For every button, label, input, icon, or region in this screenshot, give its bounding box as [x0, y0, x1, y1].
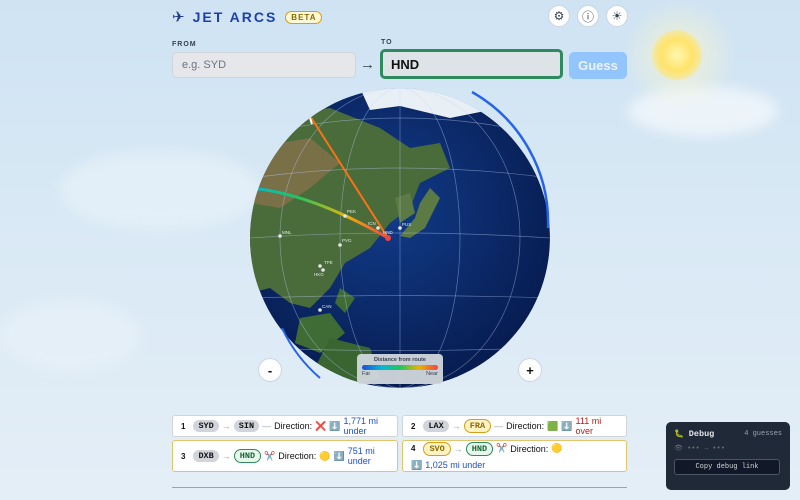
divider [172, 487, 627, 488]
down-arrow-icon: ⬇️ [561, 420, 573, 431]
globe-map[interactable]: PEK PVG ICN PUS TPE HKG CAN MNL HND [250, 88, 550, 388]
connector: — [262, 421, 272, 431]
arrow-icon: → [221, 451, 231, 461]
settings-button[interactable]: ⚙ [548, 5, 570, 27]
zoom-out-button[interactable]: - [258, 358, 282, 382]
guess-number: 4 [411, 444, 416, 453]
debug-title: Debug [688, 429, 715, 439]
direction-label: Direction: [278, 451, 317, 461]
app-title: JET ARCS [192, 9, 278, 25]
guess-row: 4 SVO → HND ✂️ Direction: 🟡 ⬇️ 1,025 mi … [402, 440, 627, 472]
to-code: FRA [463, 419, 492, 433]
theme-icon: ☀ [611, 9, 623, 23]
theme-toggle-button[interactable]: ☀ [606, 5, 628, 27]
legend-title: Distance from route [374, 357, 426, 363]
city-label: MNL [282, 230, 292, 235]
arrow-icon: → [453, 443, 463, 454]
to-input[interactable] [380, 49, 563, 79]
arrow-icon: → [221, 421, 231, 431]
target-label: HND [383, 230, 393, 235]
distance-text: 1,025 mi under [425, 460, 486, 470]
city-label: PVG [342, 238, 352, 243]
guess-number: 1 [181, 421, 186, 431]
guess-number: 3 [181, 451, 186, 461]
jet-icon: ✈ [172, 9, 185, 26]
direction-icon: 🟡 [319, 450, 331, 461]
guess-number: 2 [411, 421, 416, 431]
to-code: HND [233, 449, 262, 463]
distance-text: 751 mi under [347, 446, 375, 466]
city-label: PEK [347, 209, 356, 214]
legend-near: Near [426, 371, 438, 377]
hidden-route: ••• → ••• [687, 445, 725, 453]
copy-debug-link-button[interactable]: Copy debug link [674, 459, 780, 475]
direction-icon: 🟡 [551, 443, 563, 453]
sun [652, 30, 702, 80]
bug-icon: 🐛 [674, 430, 684, 439]
down-arrow-icon: ⬇️ [333, 450, 345, 461]
down-arrow-icon: ⬇️ [329, 420, 341, 431]
guess-row: 1 SYD → SIN — Direction: ❌ ⬇️ 1,771 mi u… [172, 415, 398, 437]
city-label: ICN [368, 221, 376, 226]
arrow-right-icon: → [360, 56, 375, 73]
down-arrow-icon: ⬇️ [411, 459, 423, 470]
city-label: PUS [402, 222, 411, 227]
distance-text: 111 mi over [575, 416, 602, 436]
to-label: TO [381, 39, 393, 46]
to-code: HND [465, 441, 494, 456]
legend-far: Far [362, 371, 371, 377]
direction-icon: 🟩 [547, 420, 559, 431]
to-code: SIN [233, 420, 260, 432]
direction-label: Direction: [510, 443, 549, 454]
target-marker [385, 235, 391, 241]
info-icon: ⓘ [581, 9, 594, 24]
connector: — [494, 421, 504, 431]
direction-label: Direction: [274, 421, 313, 431]
from-code: LAX [423, 420, 449, 432]
city-label: TPE [324, 260, 333, 265]
direction-icon: ❌ [315, 420, 327, 431]
from-code: SYD [193, 420, 219, 432]
beta-badge: BETA [285, 10, 323, 24]
guess-row: 3 DXB → HND ✂️ Direction: 🟡 ⬇️ 751 mi un… [172, 440, 398, 472]
globe[interactable]: PEK PVG ICN PUS TPE HKG CAN MNL HND [250, 88, 550, 388]
direction-label: Direction: [506, 421, 545, 431]
guess-row: 2 LAX → FRA — Direction: 🟩 ⬇️ 111 mi ove… [402, 415, 627, 437]
from-code: SVO [423, 441, 451, 456]
connector: ✂️ [496, 443, 508, 453]
guess-count: 4 guesses [744, 430, 782, 438]
guess-button[interactable]: Guess [569, 52, 627, 79]
distance-text: 1,771 mi under [343, 416, 379, 436]
brand[interactable]: ✈ JET ARCS BETA [172, 8, 323, 26]
from-input[interactable] [172, 52, 356, 78]
city-label: CAN [322, 304, 332, 309]
settings-icon: ⚙ [553, 9, 565, 23]
from-code: DXB [193, 450, 219, 462]
from-label: FROM [172, 41, 197, 48]
cloud [60, 150, 260, 230]
arrow-icon: → [451, 421, 461, 431]
connector: ✂️ [264, 450, 276, 461]
eye-icon[interactable]: 👁 [674, 445, 683, 453]
zoom-in-button[interactable]: + [518, 358, 542, 382]
info-button[interactable]: ⓘ [577, 5, 599, 27]
debug-panel: 🐛 Debug 4 guesses 👁 ••• → ••• Copy debug… [666, 422, 790, 490]
cloud [0, 300, 140, 370]
legend-gradient [362, 365, 438, 370]
city-label: HKG [314, 272, 324, 277]
distance-legend: Distance from route Far Near [357, 354, 443, 384]
